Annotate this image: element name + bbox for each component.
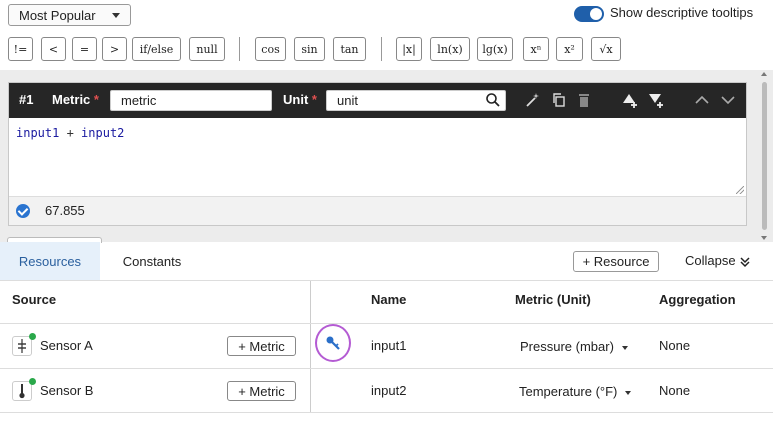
metric-select-value: Pressure (mbar) bbox=[520, 339, 614, 354]
add-metric-button[interactable]: + Metric bbox=[227, 336, 296, 356]
metric-input[interactable]: metric bbox=[110, 90, 272, 111]
chevron-down-icon bbox=[625, 390, 632, 395]
required-mark: * bbox=[93, 92, 99, 107]
scroll-up-icon[interactable] bbox=[761, 72, 767, 76]
resource-name[interactable]: input2 bbox=[371, 383, 406, 398]
status-dot bbox=[29, 378, 36, 385]
formula-result-bar: 67.855 bbox=[9, 197, 746, 225]
formula-operator: + bbox=[59, 126, 82, 140]
resize-handle[interactable] bbox=[736, 186, 744, 194]
resource-name[interactable]: input1 bbox=[371, 338, 406, 353]
formula-card-header: #1 Metric * metric Unit * unit bbox=[9, 83, 746, 118]
toolbar-divider bbox=[239, 37, 240, 61]
table-column-divider bbox=[310, 281, 311, 413]
check-circle-icon bbox=[16, 204, 30, 218]
source-name: Sensor B bbox=[40, 383, 94, 398]
row-divider bbox=[0, 412, 773, 413]
op-null-button[interactable]: null bbox=[189, 37, 225, 61]
source-name: Sensor A bbox=[40, 338, 93, 353]
unit-input-value: unit bbox=[337, 93, 358, 108]
fn-abs-button[interactable]: |x| bbox=[396, 37, 422, 61]
tab-divider bbox=[0, 280, 773, 281]
op-less-than-button[interactable]: < bbox=[41, 37, 66, 61]
tab-resources[interactable]: Resources bbox=[0, 242, 100, 281]
metric-select-value: Temperature (°F) bbox=[519, 384, 618, 399]
tooltips-toggle[interactable] bbox=[574, 6, 604, 22]
unit-label: Unit * bbox=[283, 92, 317, 107]
fn-sqrt-button[interactable]: √x bbox=[591, 37, 621, 61]
sort-select-value: Most Popular bbox=[19, 7, 96, 23]
trash-icon[interactable] bbox=[575, 91, 593, 109]
metric-select[interactable]: Temperature (°F) bbox=[519, 384, 632, 399]
op-not-equal-button[interactable]: != bbox=[8, 37, 33, 61]
tab-constants[interactable]: Constants bbox=[100, 242, 204, 281]
aggregation-value[interactable]: None bbox=[659, 383, 690, 398]
row-divider bbox=[0, 323, 773, 324]
aggregation-value[interactable]: None bbox=[659, 338, 690, 353]
chevron-down-icon bbox=[112, 13, 120, 18]
metric-select[interactable]: Pressure (mbar) bbox=[520, 339, 628, 354]
column-header-aggregation: Aggregation bbox=[659, 292, 736, 307]
fn-cos-button[interactable]: cos bbox=[255, 37, 286, 61]
add-filter-down-icon[interactable] bbox=[647, 91, 665, 109]
unit-label-text: Unit bbox=[283, 92, 309, 107]
op-equal-button[interactable]: = bbox=[72, 37, 97, 61]
magic-wand-icon[interactable] bbox=[524, 91, 542, 109]
op-if-else-button[interactable]: if/else bbox=[132, 37, 181, 61]
scroll-down-icon[interactable] bbox=[761, 236, 767, 240]
formula-card: #1 Metric * metric Unit * unit input1 + … bbox=[8, 82, 747, 226]
key-icon[interactable] bbox=[315, 324, 351, 362]
fn-lg-button[interactable]: lg(x) bbox=[477, 37, 513, 61]
toggle-knob bbox=[590, 8, 602, 20]
fn-sin-button[interactable]: sin bbox=[294, 37, 325, 61]
chevron-down-icon bbox=[621, 345, 628, 350]
toolbar-divider bbox=[381, 37, 382, 61]
collapse-button[interactable]: Collapse bbox=[685, 253, 751, 268]
column-header-metric: Metric (Unit) bbox=[515, 292, 591, 307]
double-chevron-down-icon bbox=[739, 253, 751, 268]
chevron-down-icon[interactable] bbox=[719, 91, 737, 109]
formula-editor[interactable]: input1 + input2 bbox=[9, 118, 746, 197]
metric-label: Metric * bbox=[52, 92, 99, 107]
formula-result-value: 67.855 bbox=[45, 203, 85, 218]
pressure-icon bbox=[12, 336, 32, 356]
column-header-name: Name bbox=[371, 292, 407, 307]
required-mark: * bbox=[311, 92, 317, 107]
thermometer-icon bbox=[12, 381, 32, 401]
chevron-up-icon[interactable] bbox=[693, 91, 711, 109]
add-filter-up-icon[interactable] bbox=[621, 91, 639, 109]
status-dot bbox=[29, 333, 36, 340]
formula-variable: input2 bbox=[81, 126, 125, 140]
row-divider bbox=[0, 368, 773, 369]
add-metric-button[interactable]: + Metric bbox=[227, 381, 296, 401]
fn-ln-button[interactable]: ln(x) bbox=[430, 37, 470, 61]
sort-select[interactable]: Most Popular bbox=[8, 4, 131, 26]
vertical-scrollbar[interactable] bbox=[760, 70, 769, 242]
scroll-thumb[interactable] bbox=[762, 82, 767, 230]
fn-square-button[interactable]: x² bbox=[556, 37, 583, 61]
tooltips-toggle-label: Show descriptive tooltips bbox=[610, 5, 754, 20]
add-resource-button[interactable]: + Resource bbox=[573, 251, 659, 272]
column-header-source: Source bbox=[12, 292, 57, 307]
formula-variable: input1 bbox=[16, 126, 60, 140]
copy-icon[interactable] bbox=[550, 91, 568, 109]
fn-power-button[interactable]: xⁿ bbox=[523, 37, 549, 61]
fn-tan-button[interactable]: tan bbox=[333, 37, 366, 61]
op-greater-than-button[interactable]: > bbox=[102, 37, 127, 61]
search-icon[interactable] bbox=[485, 92, 501, 111]
formula-index: #1 bbox=[19, 92, 34, 107]
collapse-label: Collapse bbox=[685, 253, 736, 268]
metric-label-text: Metric bbox=[52, 92, 91, 107]
unit-input[interactable]: unit bbox=[326, 90, 506, 111]
